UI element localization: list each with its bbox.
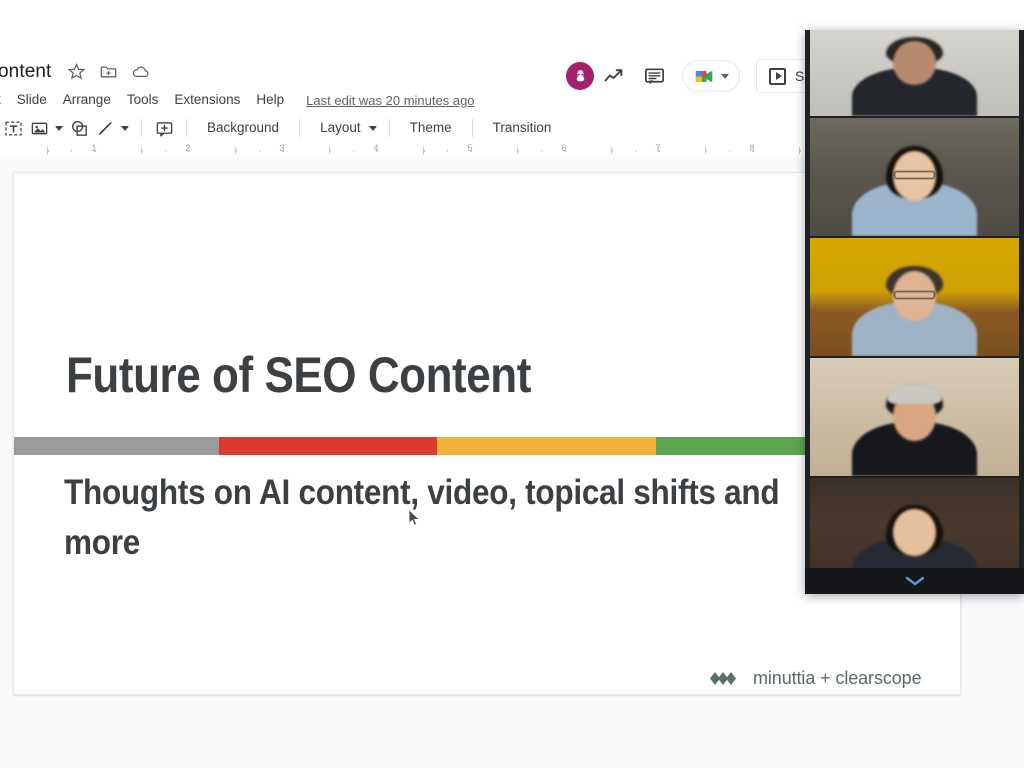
- play-icon: [769, 68, 786, 85]
- ruler-dot: [635, 150, 637, 152]
- toolbar-divider: [141, 119, 142, 137]
- ruler-number-2: 2: [185, 143, 190, 153]
- ruler-dot: [517, 150, 519, 152]
- toolbar-divider-2: [186, 119, 187, 137]
- ruler-dot: [541, 150, 543, 152]
- ruler-dot: [752, 150, 754, 152]
- trending-up-icon[interactable]: [594, 58, 634, 94]
- ruler-dot: [447, 150, 449, 152]
- ruler-dot: [353, 150, 355, 152]
- ruler-number-7: 7: [655, 143, 660, 153]
- menu-item-extensions[interactable]: Extensions: [166, 88, 248, 112]
- ruler-dot: [94, 150, 96, 152]
- line-icon[interactable]: [92, 115, 118, 141]
- menu-item-slide[interactable]: Slide: [9, 88, 55, 112]
- slide-title-text[interactable]: Future of SEO Content: [66, 346, 531, 404]
- toolbar-divider-5: [472, 119, 473, 137]
- ruler-number-8: 8: [749, 143, 754, 153]
- slide-logo: minuttia + clearscope: [710, 668, 922, 689]
- cloud-saved-icon[interactable]: [131, 62, 150, 81]
- slide-logo-text: minuttia + clearscope: [753, 668, 922, 689]
- ruler-dot: [799, 150, 801, 152]
- menu-item-tools[interactable]: Tools: [119, 88, 167, 112]
- document-title-actions: [67, 62, 150, 81]
- participant-face: [893, 509, 936, 556]
- ruler-dot: [329, 150, 331, 152]
- chevron-down-icon[interactable]: [721, 74, 729, 79]
- ruler-dot: [235, 150, 237, 152]
- slide-subtitle-text[interactable]: Thoughts on AI content, video, topical s…: [64, 468, 802, 567]
- menu-item-arrange[interactable]: Arrange: [55, 88, 119, 112]
- toolbar-divider-4: [389, 119, 390, 137]
- google-slides-window: ontent t Slide Arrange Tools Extensions …: [0, 0, 1024, 768]
- participant-face: [893, 41, 936, 85]
- color-bar-segment-2: [219, 437, 438, 455]
- ruler-dot: [470, 150, 472, 152]
- line-chevron-down-icon[interactable]: [118, 115, 132, 141]
- ruler-dot: [71, 150, 73, 152]
- last-edit-status[interactable]: Last edit was 20 minutes ago: [306, 93, 474, 108]
- chevron-down-icon: [904, 575, 926, 587]
- google-meet-button[interactable]: [682, 60, 740, 92]
- ruler-number-3: 3: [279, 143, 284, 153]
- ruler-number-6: 6: [561, 143, 566, 153]
- ruler-number-1: 1: [91, 143, 96, 153]
- participant-tile-4[interactable]: [810, 358, 1019, 476]
- ruler-dot: [141, 150, 143, 152]
- ruler-dot: [423, 150, 425, 152]
- participant-tile-3-active-speaker[interactable]: [810, 238, 1019, 356]
- color-bar-segment-1: [13, 437, 219, 455]
- user-avatar[interactable]: [566, 62, 594, 90]
- transition-button[interactable]: Transition: [482, 115, 563, 141]
- participant-tile-1[interactable]: [810, 30, 1019, 116]
- insert-image-chevron-down-icon[interactable]: [52, 115, 66, 141]
- menu-item-help[interactable]: Help: [248, 88, 292, 112]
- participant-video-feed: [810, 30, 1019, 116]
- ruler-dot: [376, 150, 378, 152]
- add-comment-icon[interactable]: [151, 115, 177, 141]
- background-button[interactable]: Background: [196, 115, 290, 141]
- participant-tile-2[interactable]: [810, 118, 1019, 236]
- star-icon[interactable]: [67, 62, 86, 81]
- theme-button[interactable]: Theme: [399, 115, 463, 141]
- google-meet-icon: [694, 67, 718, 85]
- participant-hat: [887, 384, 943, 404]
- color-bar-segment-3: [437, 437, 656, 455]
- participant-video-feed: [810, 118, 1019, 236]
- participant-glasses: [894, 291, 935, 299]
- comment-icon[interactable]: [634, 58, 674, 94]
- layout-button[interactable]: Layout: [309, 115, 366, 141]
- ruler-dot: [611, 150, 613, 152]
- ruler-dot: [729, 150, 731, 152]
- menu-item-0[interactable]: t: [0, 88, 9, 112]
- participant-glasses: [894, 171, 935, 179]
- ruler-dot: [658, 150, 660, 152]
- ruler-number-5: 5: [467, 143, 472, 153]
- ruler-dot: [259, 150, 261, 152]
- text-box-icon[interactable]: [0, 115, 26, 141]
- meet-participant-panel[interactable]: [805, 30, 1024, 594]
- document-title[interactable]: ontent: [0, 61, 51, 83]
- move-to-folder-icon[interactable]: [99, 62, 118, 81]
- participant-video-feed: [810, 238, 1019, 356]
- ruler-dot: [47, 150, 49, 152]
- ruler-dot: [564, 150, 566, 152]
- participant-video-feed: [810, 358, 1019, 476]
- layout-chevron-down-icon[interactable]: [366, 115, 380, 141]
- toolbar-divider-3: [299, 119, 300, 137]
- shape-icon[interactable]: [66, 115, 92, 141]
- meet-panel-collapse-bar[interactable]: [805, 568, 1024, 594]
- header-right-actions: Sli: [566, 58, 824, 94]
- ruler-number-4: 4: [373, 143, 378, 153]
- minuttia-chevron-logo-icon: [710, 671, 744, 686]
- ruler-dot: [705, 150, 707, 152]
- insert-image-icon[interactable]: [26, 115, 52, 141]
- ruler-dot: [165, 150, 167, 152]
- ruler-dot: [188, 150, 190, 152]
- mouse-cursor: [408, 509, 420, 527]
- ruler-dot: [282, 150, 284, 152]
